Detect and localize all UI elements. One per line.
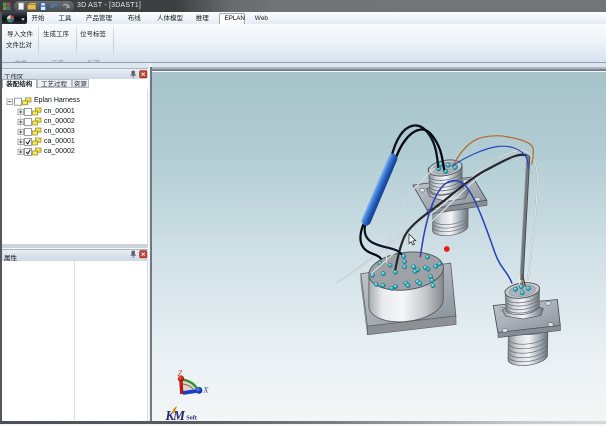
svg-text:Soft: Soft <box>186 414 198 420</box>
svg-text:Z: Z <box>177 367 182 377</box>
svg-text:X: X <box>202 384 209 394</box>
